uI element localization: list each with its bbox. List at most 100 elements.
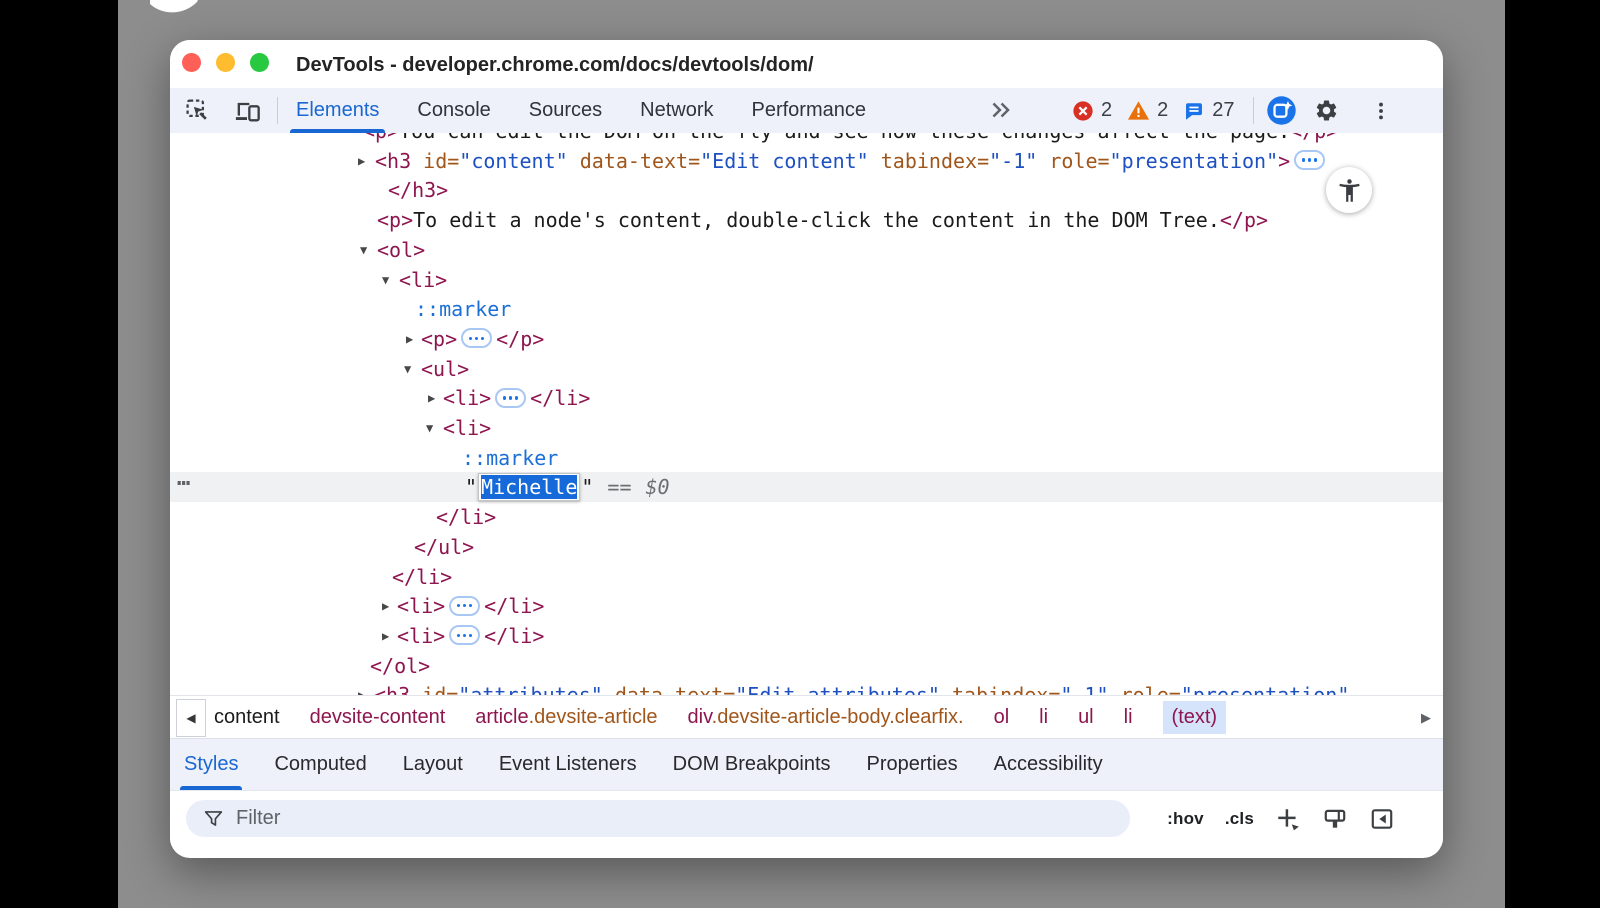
expand-ellipsis-button[interactable] (449, 625, 480, 645)
dom-tree-row[interactable]: </ol> (170, 651, 1443, 681)
pane-tab-properties[interactable]: Properties (867, 739, 958, 790)
pane-tab-computed[interactable]: Computed (274, 739, 366, 790)
expand-ellipsis-button[interactable] (1294, 150, 1325, 170)
toolbar-separator (277, 97, 278, 124)
dom-tree-row[interactable]: </ul> (170, 532, 1443, 562)
dom-node-markup: <li></li> (397, 621, 544, 651)
rendering-brush-icon[interactable] (1322, 806, 1348, 832)
breadcrumb-item[interactable]: li (1124, 706, 1133, 729)
dom-tree-row[interactable]: ▼ <ul> (170, 354, 1443, 384)
pane-tab-event-listeners[interactable]: Event Listeners (499, 739, 637, 790)
issue-count: 27 (1212, 99, 1234, 122)
toggle-device-toolbar-icon[interactable] (233, 97, 261, 125)
inspect-element-icon[interactable] (184, 97, 211, 124)
selected-text-node[interactable]: Michelle (481, 475, 577, 499)
tab-elements[interactable]: Elements (296, 88, 379, 133)
expand-arrow-icon[interactable]: ▶ (358, 680, 365, 695)
dom-node-markup: <p></p> (421, 324, 544, 354)
expand-arrow-icon[interactable]: ▶ (382, 591, 389, 621)
dom-node-markup: </h3> (388, 175, 448, 205)
expand-arrow-icon[interactable]: ▶ (358, 146, 365, 176)
breadcrumb-item[interactable]: div.devsite-article-body.clearfix. (688, 706, 964, 729)
issues-badge-icon[interactable] (1183, 100, 1205, 122)
breadcrumb-item[interactable]: (text) (1163, 701, 1227, 734)
dom-tree-row[interactable]: </li> (170, 562, 1443, 592)
expand-ellipsis-button[interactable] (461, 328, 492, 348)
dom-node-markup: <ol> (377, 235, 425, 265)
dom-node-markup: <li></li> (397, 591, 544, 621)
dom-tree-row[interactable]: ▶<h3 id="attributes" data-text="Edit att… (170, 680, 1443, 695)
breadcrumb-item[interactable]: devsite-content (310, 706, 446, 729)
dom-tree-row[interactable]: ▶<h3 id="content" data-text="Edit conten… (170, 146, 1443, 176)
tab-network[interactable]: Network (640, 88, 713, 133)
dom-node-markup: <li></li> (443, 383, 590, 413)
dom-tree-row[interactable]: <p>You can edit the DOM on the fly and s… (170, 133, 1443, 146)
dom-tree-row[interactable]: ::marker (170, 294, 1443, 324)
breadcrumb: ◀ content devsite-content article.devsite-… (170, 695, 1443, 739)
breadcrumb-scroll-right-button[interactable]: ▶ (1421, 696, 1431, 739)
minimize-window-button[interactable] (216, 53, 235, 72)
window-title: DevTools - developer.chrome.com/docs/dev… (296, 40, 814, 90)
expand-arrow-icon[interactable]: ▶ (428, 383, 435, 413)
row-overflow-dots[interactable]: … (177, 466, 190, 491)
dom-node-markup: </ul> (414, 532, 474, 562)
traffic-lights (182, 53, 269, 72)
breadcrumb-item[interactable]: li (1039, 706, 1048, 729)
expand-arrow-icon[interactable]: ▶ (406, 324, 413, 354)
close-window-button[interactable] (182, 53, 201, 72)
collapse-arrow-icon[interactable]: ▼ (360, 235, 367, 265)
breadcrumb-scroll-left-button[interactable]: ◀ (176, 699, 206, 737)
dom-node-markup: </li> (436, 502, 496, 532)
expand-arrow-icon[interactable]: ▶ (382, 621, 389, 651)
filter-input[interactable]: Filter (186, 800, 1130, 837)
dom-node-markup: </li> (392, 562, 452, 592)
ai-assistance-icon[interactable] (1266, 95, 1297, 126)
dom-node-markup: <ul> (421, 354, 469, 384)
dom-tree-row-selected[interactable]: …"Michelle"==$0 (170, 472, 1443, 502)
dom-tree-row[interactable]: <p>To edit a node's content, double-clic… (170, 205, 1443, 235)
inline-text-edit-box[interactable]: Michelle (478, 473, 580, 501)
pane-tab-dom-breakpoints[interactable]: DOM Breakpoints (673, 739, 831, 790)
error-badge-icon[interactable] (1072, 100, 1094, 122)
more-tabs-icon[interactable] (988, 97, 1014, 128)
toggle-class-button[interactable]: .cls (1225, 809, 1254, 829)
expand-ellipsis-button[interactable] (495, 388, 526, 408)
dom-tree-row[interactable]: ▼ <ol> (170, 235, 1443, 265)
settings-gear-icon[interactable] (1314, 98, 1339, 123)
dom-tree-row[interactable]: ▶ <li></li> (170, 621, 1443, 651)
collapse-arrow-icon[interactable]: ▼ (426, 413, 433, 443)
dom-tree-row[interactable]: ▶ <li></li> (170, 591, 1443, 621)
devtools-window: DevTools - developer.chrome.com/docs/dev… (170, 40, 1443, 858)
collapse-arrow-icon[interactable]: ▼ (404, 354, 411, 384)
title-bar: DevTools - developer.chrome.com/docs/dev… (170, 40, 1443, 88)
accessibility-overlay-button[interactable] (1326, 167, 1372, 213)
zoom-window-button[interactable] (250, 53, 269, 72)
breadcrumb-item[interactable]: article.devsite-article (475, 706, 657, 729)
dom-tree-row[interactable]: </h3> (170, 175, 1443, 205)
tab-console[interactable]: Console (417, 88, 490, 133)
dom-tree-row[interactable]: ▶ <p></p> (170, 324, 1443, 354)
dom-tree-row[interactable]: </li> (170, 502, 1443, 532)
new-style-rule-button[interactable] (1275, 806, 1301, 832)
breadcrumb-item[interactable]: ol (994, 706, 1010, 729)
dom-tree-row[interactable]: ▼<li> (170, 413, 1443, 443)
dom-node-markup: ::marker (415, 294, 511, 324)
dom-tree-row[interactable]: ::marker (170, 443, 1443, 473)
pane-tab-accessibility[interactable]: Accessibility (994, 739, 1103, 790)
toggle-hover-state-button[interactable]: :hov (1167, 809, 1204, 829)
dock-panel-icon[interactable] (1369, 806, 1395, 832)
kebab-menu-icon[interactable] (1370, 100, 1392, 122)
collapse-arrow-icon[interactable]: ▼ (382, 265, 389, 295)
expand-ellipsis-button[interactable] (449, 596, 480, 616)
breadcrumb-item[interactable]: content (214, 706, 280, 729)
pane-tab-layout[interactable]: Layout (403, 739, 463, 790)
dom-tree-row[interactable]: ▼<li> (170, 265, 1443, 295)
breadcrumb-item[interactable]: ul (1078, 706, 1094, 729)
dom-tree-row[interactable]: ▶ <li></li> (170, 383, 1443, 413)
tab-sources[interactable]: Sources (529, 88, 602, 133)
tab-performance[interactable]: Performance (752, 88, 867, 133)
dom-node-markup: <p>You can edit the DOM on the fly and s… (363, 133, 1338, 146)
pane-tab-styles[interactable]: Styles (184, 739, 238, 790)
warning-badge-icon[interactable] (1127, 99, 1150, 122)
sidebar-pane-tab-list: Styles Computed Layout Event Listeners DOM B… (170, 738, 1443, 791)
